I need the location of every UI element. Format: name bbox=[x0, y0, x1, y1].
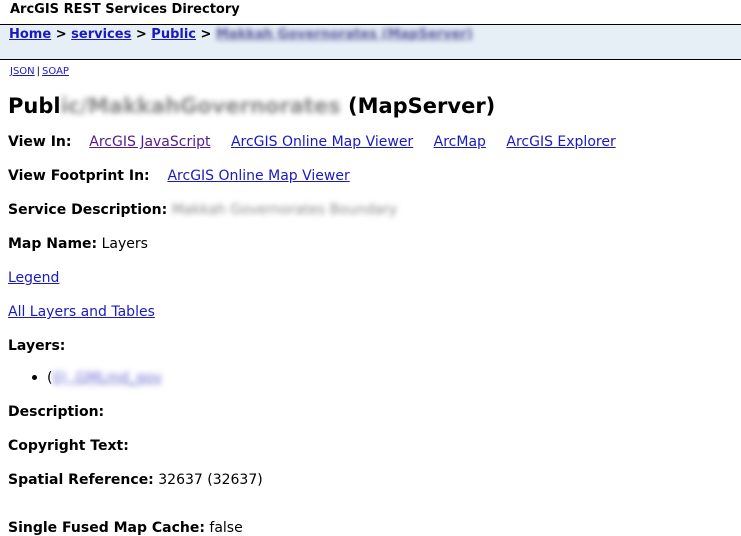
layers-row: Layers: bbox=[8, 338, 65, 354]
all-layers-and-tables-link[interactable]: All Layers and Tables bbox=[8, 304, 155, 320]
service-description-row: Service Description: Makkah Governorates… bbox=[8, 202, 397, 218]
spatial-reference-value: 32637 (32637) bbox=[158, 472, 263, 488]
view-footprint-arcgis-online-link[interactable]: ArcGIS Online Map Viewer bbox=[167, 168, 349, 184]
fused-cache-row: Single Fused Map Cache: false bbox=[8, 520, 243, 536]
view-in-arcmap-link[interactable]: ArcMap bbox=[434, 134, 486, 150]
copyright-row: Copyright Text: bbox=[8, 438, 129, 454]
top-header: ArcGIS REST Services Directory bbox=[0, 0, 741, 25]
breadcrumb-separator: > bbox=[200, 27, 212, 42]
breadcrumb: Home > services > Public > Makkah Govern… bbox=[0, 25, 741, 60]
map-name-value: Layers bbox=[101, 236, 148, 252]
view-footprint-label: View Footprint In: bbox=[8, 168, 150, 184]
layer-list-item: (0) .GMLmd_gov bbox=[32, 370, 162, 386]
breadcrumb-public-link[interactable]: Public bbox=[151, 27, 196, 42]
view-in-row: View In: ArcGIS JavaScript ArcGIS Online… bbox=[8, 134, 632, 150]
format-separator: | bbox=[36, 66, 41, 77]
spatial-reference-row: Spatial Reference: 32637 (32637) bbox=[8, 472, 263, 488]
description-label: Description: bbox=[8, 404, 105, 420]
map-name-label: Map Name: bbox=[8, 236, 98, 252]
page-title-redacted: ic/MakkahGovernorates bbox=[60, 94, 341, 118]
breadcrumb-home-link[interactable]: Home bbox=[9, 27, 51, 42]
view-in-label: View In: bbox=[8, 134, 72, 150]
soap-link[interactable]: SOAP bbox=[42, 66, 69, 77]
breadcrumb-separator: > bbox=[135, 27, 147, 42]
legend-link[interactable]: Legend bbox=[8, 270, 59, 286]
page-title-prefix: Publ bbox=[8, 94, 61, 118]
layers-label: Layers: bbox=[8, 338, 66, 354]
legend-row: Legend bbox=[8, 270, 59, 286]
format-links: JSON | SOAP bbox=[10, 66, 69, 77]
page-title-suffix: (MapServer) bbox=[340, 94, 496, 118]
view-in-arcgis-online-link[interactable]: ArcGIS Online Map Viewer bbox=[231, 134, 413, 150]
copyright-label: Copyright Text: bbox=[8, 438, 129, 454]
breadcrumb-services-link[interactable]: services bbox=[71, 27, 131, 42]
map-name-row: Map Name: Layers bbox=[8, 236, 148, 252]
view-footprint-row: View Footprint In: ArcGIS Online Map Vie… bbox=[8, 168, 350, 184]
breadcrumb-separator: > bbox=[55, 27, 67, 42]
bullet-icon bbox=[32, 374, 37, 380]
view-in-arcgis-explorer-link[interactable]: ArcGIS Explorer bbox=[506, 134, 615, 150]
description-row: Description: bbox=[8, 404, 104, 420]
layer-link[interactable]: 0) .GMLmd_gov bbox=[52, 370, 161, 386]
spatial-reference-label: Spatial Reference: bbox=[8, 472, 154, 488]
view-in-arcgis-javascript-link[interactable]: ArcGIS JavaScript bbox=[89, 134, 210, 150]
service-description-label: Service Description: bbox=[8, 202, 168, 218]
breadcrumb-current-link[interactable]: Makkah Governorates (MapServer) bbox=[216, 27, 473, 42]
fused-cache-value: false bbox=[209, 520, 243, 536]
service-description-value: Makkah Governorates Boundary bbox=[171, 202, 398, 218]
directory-title: ArcGIS REST Services Directory bbox=[10, 2, 240, 17]
all-layers-row: All Layers and Tables bbox=[8, 304, 155, 320]
fused-cache-label: Single Fused Map Cache: bbox=[8, 520, 205, 536]
json-link[interactable]: JSON bbox=[10, 66, 35, 77]
page-title: Public/MakkahGovernorates (MapServer) bbox=[8, 94, 495, 118]
